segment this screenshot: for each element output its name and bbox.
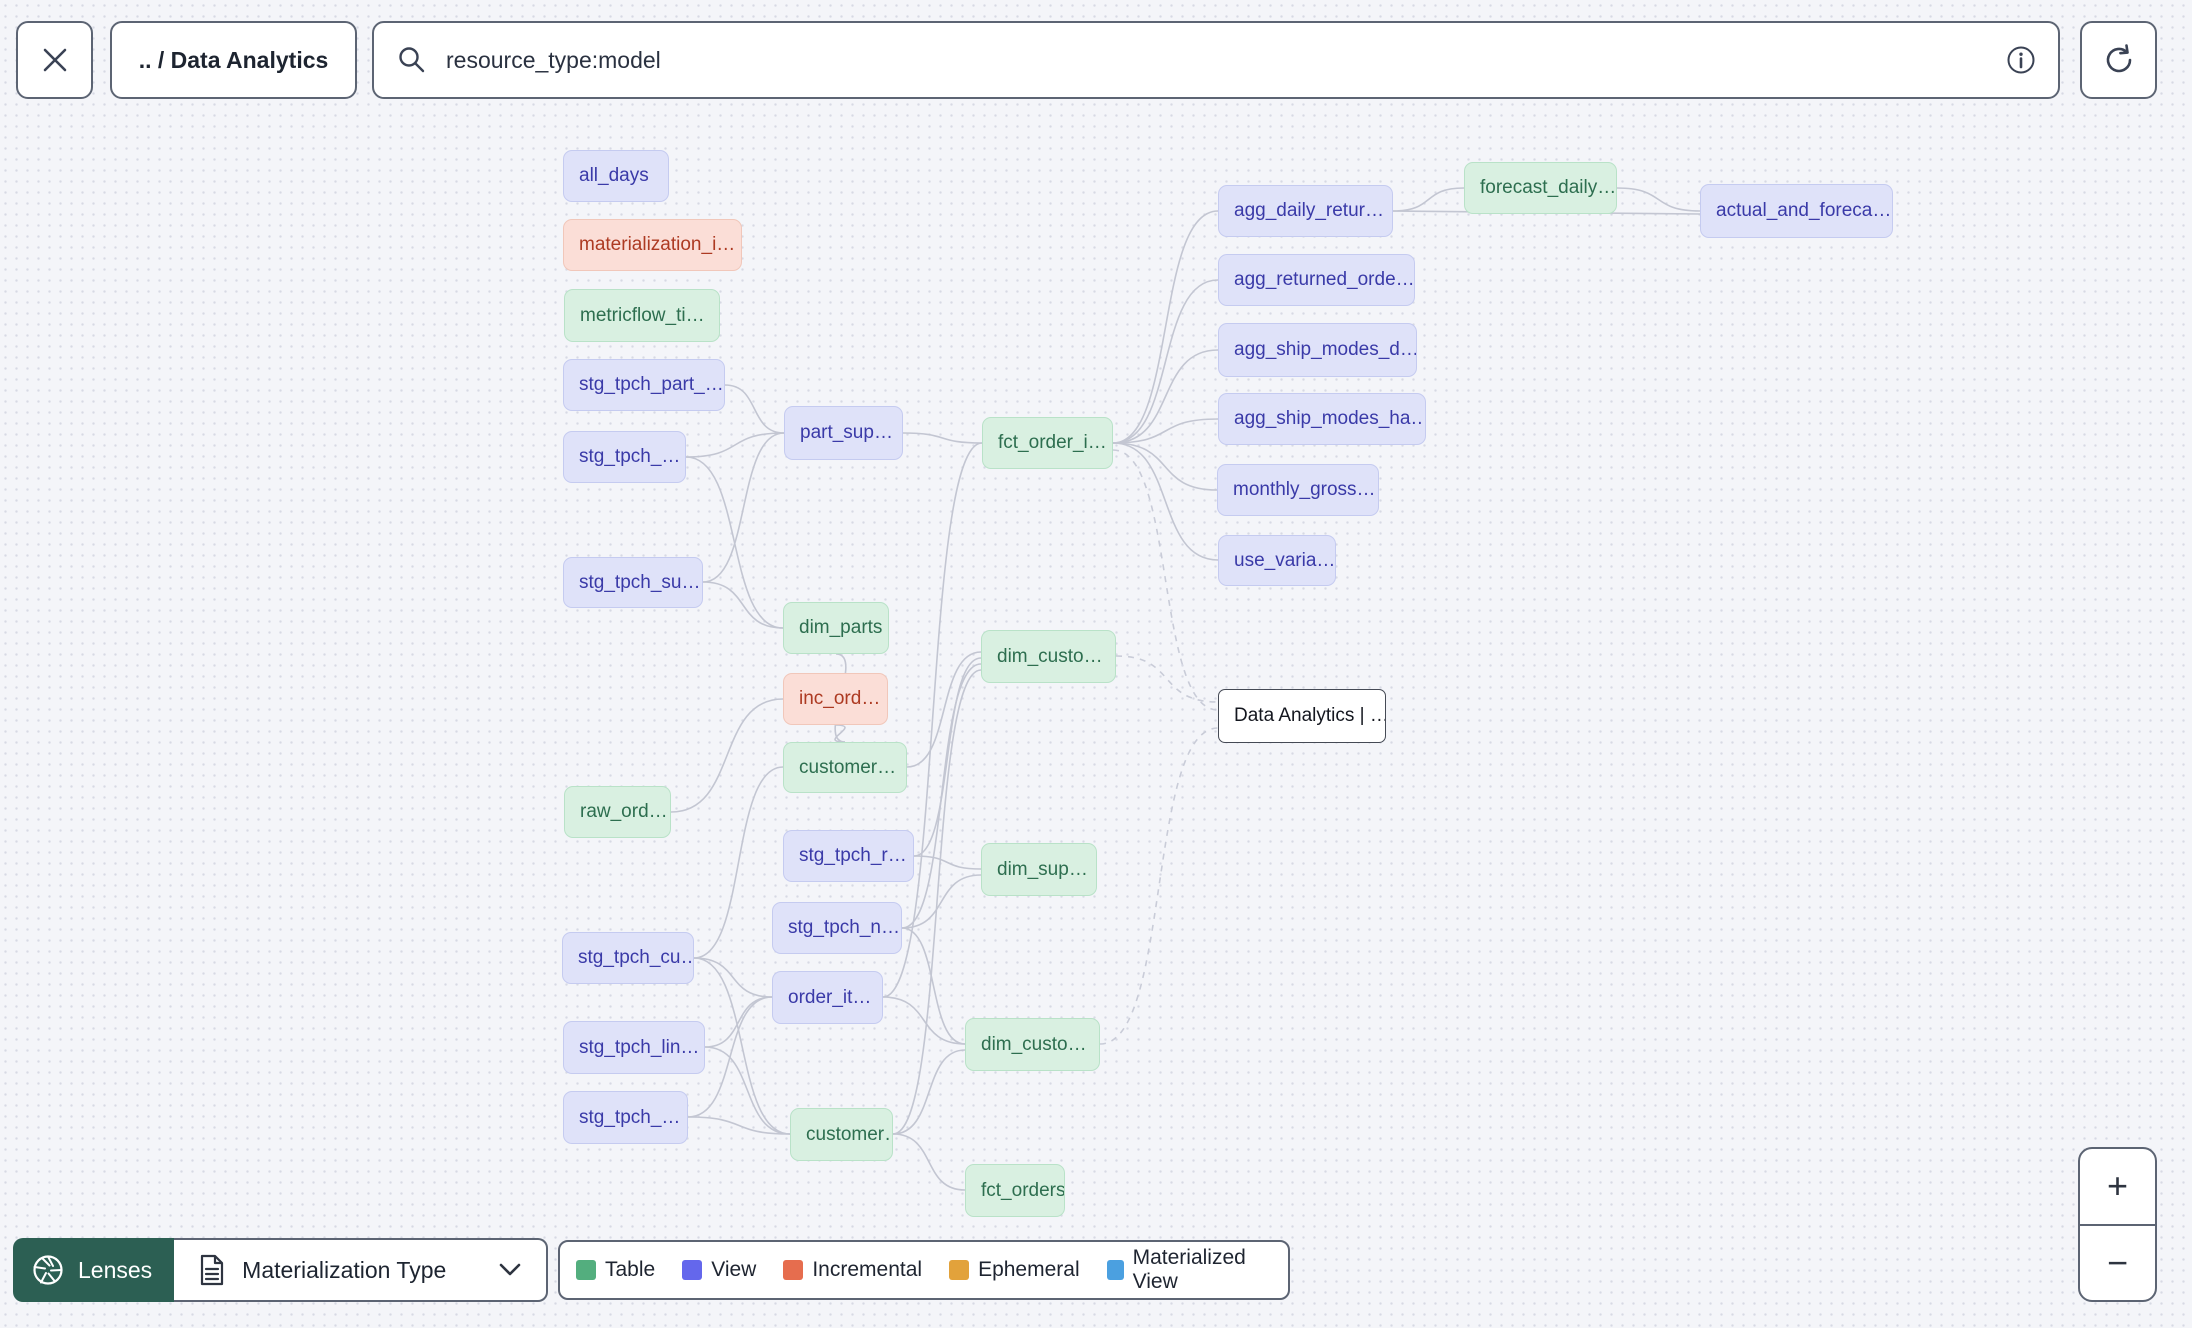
legend-label: Materialized View [1132,1246,1246,1293]
graph-node-table[interactable]: forecast_daily… [1464,162,1617,214]
graph-node-view[interactable]: order_it… [772,971,883,1024]
legend-swatch-table [576,1260,596,1280]
legend-item: Table [576,1258,655,1282]
graph-node-view[interactable]: stg_tpch_… [563,1091,688,1144]
graph-node-view[interactable]: agg_ship_modes_ha… [1218,393,1426,445]
legend-swatch-view [682,1260,703,1280]
lenses-label: Lenses [78,1256,153,1283]
legend-label: View [711,1258,757,1281]
graph-node-view[interactable]: stg_tpch_r… [783,830,914,882]
graph-node-incremental[interactable]: materialization_i… [563,219,742,271]
graph-node-incremental[interactable]: inc_ord… [783,673,888,725]
legend-swatch-ephemeral [949,1260,970,1280]
aperture-icon [33,1255,63,1285]
graph-node-view[interactable]: stg_tpch_n… [772,902,902,954]
chevron-down-icon [499,1263,521,1276]
graph-node-view[interactable]: stg_tpch_… [563,431,686,483]
graph-node-table[interactable]: dim_custo… [965,1018,1100,1071]
zoom-controls: + − [2078,1147,2157,1302]
legend-swatch-incremental [783,1260,804,1280]
graph-node-table[interactable]: fct_order_i… [982,417,1113,469]
legend-swatch-materialized-view [1106,1260,1124,1280]
graph-node-view[interactable]: stg_tpch_su… [563,557,703,608]
graph-node-table[interactable]: raw_ord… [564,786,671,838]
zoom-out-button[interactable]: − [2080,1226,2155,1301]
graph-node-table[interactable]: dim_custo… [981,630,1116,683]
legend-items: Table View Incremental Ephemeral Materialize… [576,1246,1272,1294]
graph-node-table[interactable]: customer… [790,1108,893,1161]
graph-node-table[interactable]: dim_sup… [981,843,1097,896]
graph-node-table[interactable]: dim_parts [783,602,889,654]
legend-item: Materialized View [1106,1246,1272,1294]
graph-node-view[interactable]: stg_tpch_part_… [563,359,725,411]
legend-item: Ephemeral [949,1258,1080,1282]
legend: Table View Incremental Ephemeral Materialize… [558,1240,1290,1300]
legend-item: View [682,1258,756,1282]
graph-node-view[interactable]: monthly_gross… [1217,464,1379,516]
graph-node-table[interactable]: customer… [783,742,907,793]
zoom-in-button[interactable]: + [2080,1149,2155,1226]
graph-node-view[interactable]: use_varia… [1218,535,1336,586]
legend-label: Ephemeral [978,1258,1080,1281]
graph-node-view[interactable]: stg_tpch_cu… [562,932,694,984]
document-icon [201,1254,224,1286]
graph-node-view[interactable]: agg_daily_retur… [1218,185,1393,237]
lenses-control: Lenses Materialization Type [13,1238,549,1302]
graph-canvas: all_days materialization_i… metricflow_ti…… [0,0,2192,1328]
graph-node-table[interactable]: fct_orders [965,1164,1065,1217]
legend-label: Table [605,1258,656,1281]
graph-node-view[interactable]: part_sup… [784,406,903,460]
lens-selector[interactable]: Materialization Type [174,1238,549,1302]
legend-item: Incremental [783,1258,922,1282]
graph-node-view[interactable]: all_days [563,150,669,202]
graph-node-exposure[interactable]: Data Analytics | … [1218,689,1386,743]
lens-selected-label: Materialization Type [242,1256,447,1283]
graph-node-view[interactable]: actual_and_foreca… [1700,184,1893,238]
lenses-button[interactable]: Lenses [13,1238,175,1302]
legend-label: Incremental [812,1258,923,1281]
graph-node-table[interactable]: metricflow_ti… [564,289,720,342]
graph-node-view[interactable]: agg_returned_orde… [1218,254,1415,306]
graph-node-view[interactable]: stg_tpch_lin… [563,1021,705,1074]
graph-node-view[interactable]: agg_ship_modes_d… [1218,323,1417,377]
